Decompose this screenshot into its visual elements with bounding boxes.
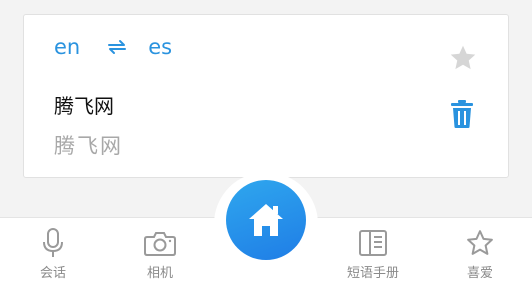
microphone-icon xyxy=(13,228,93,258)
source-language[interactable]: en xyxy=(54,35,80,59)
delete-trash-icon[interactable] xyxy=(450,99,474,129)
nav-camera[interactable]: 相机 xyxy=(120,228,200,281)
star-outline-icon xyxy=(440,228,520,258)
home-icon xyxy=(247,202,285,238)
translated-text: 腾飞网 xyxy=(54,134,123,158)
camera-icon xyxy=(120,228,200,258)
nav-favorites[interactable]: 喜爱 xyxy=(440,228,520,281)
swap-languages-icon[interactable] xyxy=(106,39,128,55)
nav-phrasebook[interactable]: 短语手册 xyxy=(333,228,413,281)
phrasebook-icon xyxy=(333,228,413,258)
target-language[interactable]: es xyxy=(148,35,172,59)
language-pair: en es xyxy=(54,35,172,59)
nav-favorites-label: 喜爱 xyxy=(466,266,493,281)
nav-phrasebook-label: 短语手册 xyxy=(346,266,399,281)
nav-conversation-label: 会话 xyxy=(39,266,66,281)
nav-conversation[interactable]: 会话 xyxy=(13,228,93,281)
source-text: 腾飞网 xyxy=(54,94,114,118)
translation-card: en es 腾飞网 腾飞网 xyxy=(23,14,509,178)
favorite-star-icon[interactable] xyxy=(448,43,478,73)
home-button[interactable] xyxy=(226,180,306,260)
nav-camera-label: 相机 xyxy=(146,266,173,281)
